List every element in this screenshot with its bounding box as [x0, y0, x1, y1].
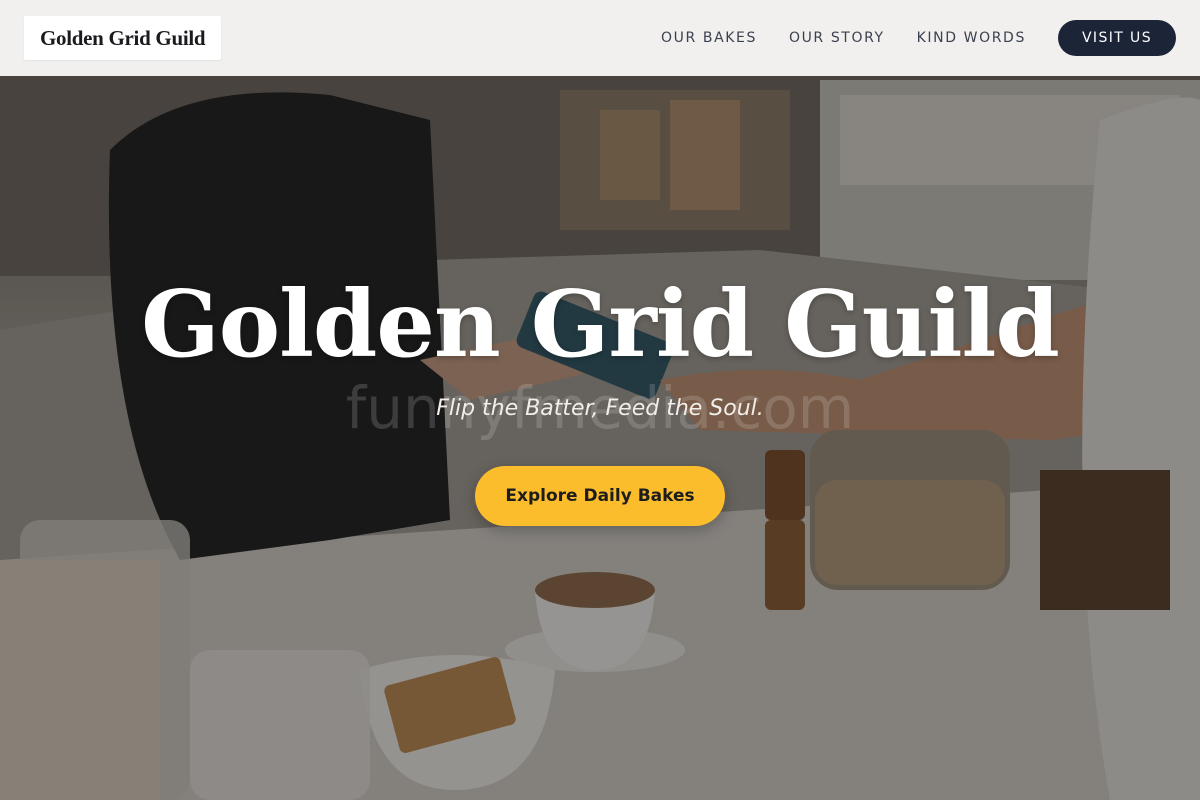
nav-link-kind-words[interactable]: KIND WORDS: [917, 30, 1026, 46]
brand-logo[interactable]: Golden Grid Guild: [24, 16, 222, 60]
hero-section: Golden Grid Guild funnyfmedia.com Flip t…: [0, 0, 1200, 800]
hero-tagline: Flip the Batter, Feed the Soul.: [436, 396, 764, 421]
site-header: Golden Grid Guild OUR BAKES OUR STORY KI…: [0, 0, 1200, 76]
visit-us-button[interactable]: VISIT US: [1057, 20, 1176, 56]
brand-name: Golden Grid Guild: [40, 25, 206, 50]
nav-link-our-story[interactable]: OUR STORY: [789, 30, 885, 46]
main-nav: OUR BAKES OUR STORY KIND WORDS VISIT US: [629, 20, 1176, 56]
nav-link-our-bakes[interactable]: OUR BAKES: [661, 30, 757, 46]
explore-daily-bakes-button[interactable]: Explore Daily Bakes: [475, 466, 725, 526]
hero-title: Golden Grid Guild: [141, 270, 1060, 378]
